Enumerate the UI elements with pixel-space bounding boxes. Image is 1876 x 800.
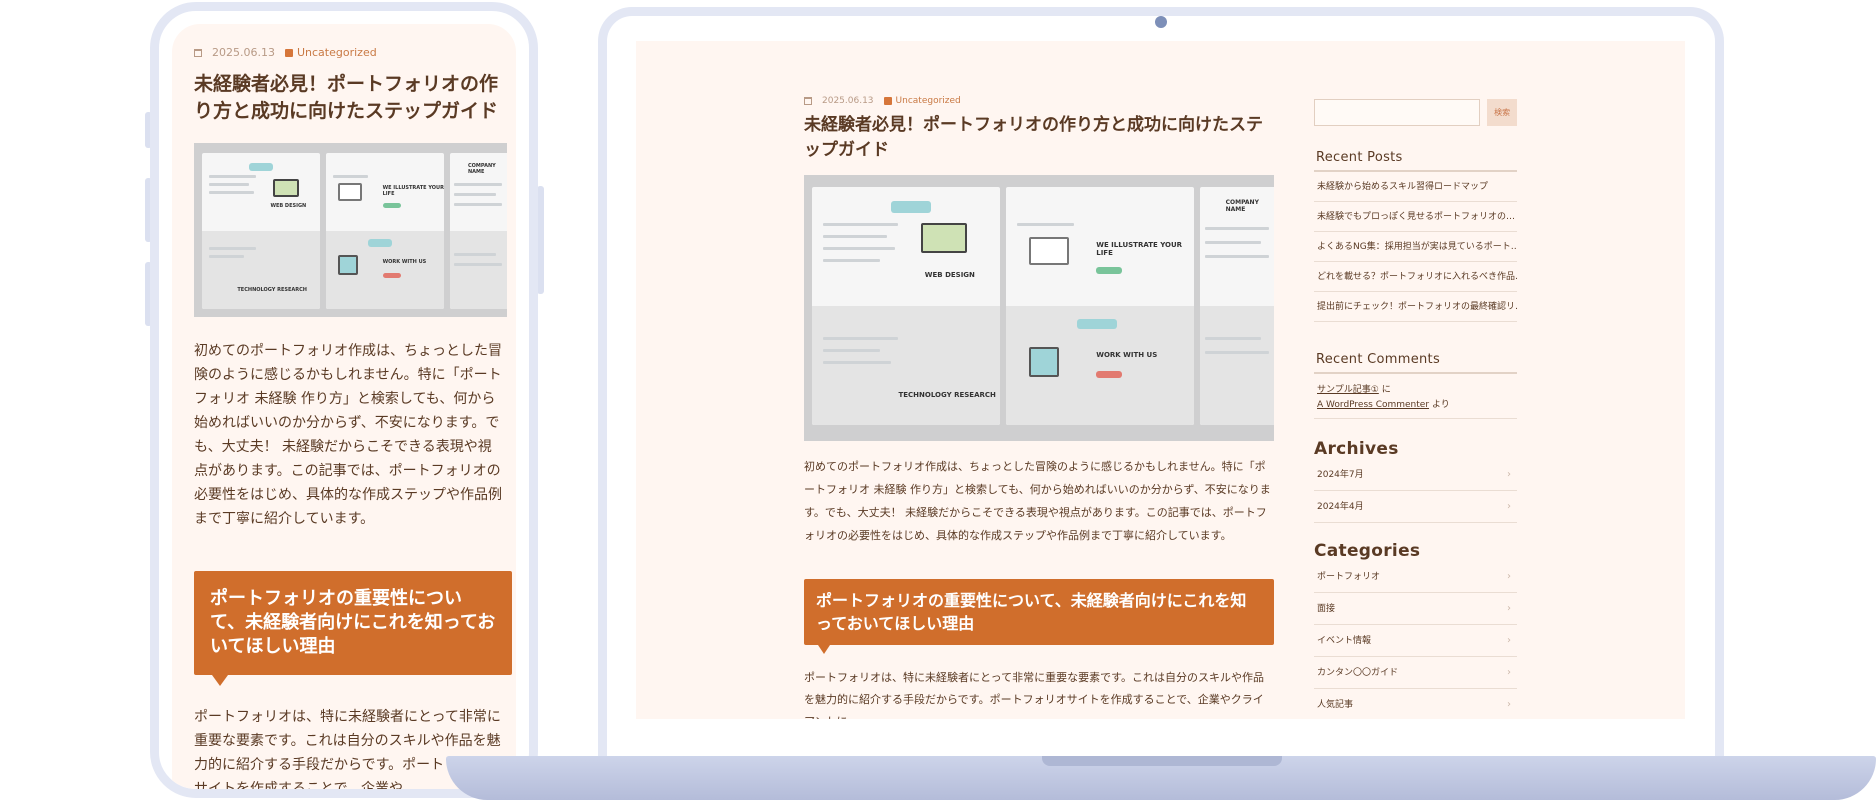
hero-label: TECHNOLOGY RESEARCH bbox=[237, 287, 307, 293]
post-title: 未経験者必見！ポートフォリオの作り方と成功に向けたステップガイド bbox=[804, 115, 1263, 160]
post-date: 2025.06.13 bbox=[212, 46, 275, 59]
recent-posts-heading: Recent Posts bbox=[1314, 150, 1517, 172]
post-category-label[interactable]: Uncategorized bbox=[297, 46, 377, 59]
post-intro: 初めてのポートフォリオ作成は、ちょっとした冒険のように感じるかもしれません。特に… bbox=[194, 343, 502, 527]
category-item[interactable]: 人気記事 › bbox=[1314, 689, 1517, 719]
comment-author-link[interactable]: A WordPress Commenter bbox=[1317, 400, 1429, 410]
category-item-label[interactable]: 面接 bbox=[1317, 604, 1335, 614]
recent-posts-list: 未経験から始めるスキル習得ロードマップ 未経験でもプロっぽく見せるポートフォリオ… bbox=[1314, 172, 1517, 322]
hero-label: WE ILLUSTRATE YOUR LIFE bbox=[1096, 241, 1183, 257]
post-meta: 2025.06.13 Uncategorized bbox=[804, 96, 1274, 106]
search-input[interactable] bbox=[1314, 99, 1481, 126]
mockup-card: COMPANY NAME bbox=[450, 153, 507, 309]
section-heading: ポートフォリオの重要性について、未経験者向けにこれを知っておいてほしい理由 bbox=[194, 571, 512, 686]
search-widget: 検索 bbox=[1314, 99, 1517, 126]
chevron-right-icon: › bbox=[1507, 571, 1511, 582]
calendar-icon bbox=[194, 48, 202, 57]
hero-label: WORK WITH US bbox=[1096, 351, 1158, 359]
sidebar: 検索 Recent Posts 未経験から始めるスキル習得ロードマップ 未経験で… bbox=[1314, 99, 1517, 719]
comment-post-link[interactable]: サンプル記事① bbox=[1317, 385, 1379, 395]
archive-item[interactable]: 2024年7月 › bbox=[1314, 459, 1517, 491]
recent-post-item[interactable]: よくあるNG集：採用担当が実は見ているポート… bbox=[1314, 232, 1517, 262]
laptop-notch bbox=[1042, 756, 1282, 766]
laptop-screen: 2025.06.13 Uncategorized 未経験者必見！ポートフォリオの… bbox=[636, 41, 1685, 719]
archives-heading: Archives bbox=[1314, 439, 1399, 459]
mockup-card: WEB DESIGN TECHNOLOGY RESEARCH bbox=[812, 187, 1000, 425]
mockup-card: WEB DESIGN TECHNOLOGY RESEARCH bbox=[202, 153, 320, 309]
mockup-card: WE ILLUSTRATE YOUR LIFE WORK WITH US bbox=[326, 153, 444, 309]
folder-icon bbox=[883, 97, 892, 105]
comment-by-text: より bbox=[1431, 400, 1450, 410]
recent-post-item[interactable]: 提出前にチェック！ポートフォリオの最終確認リ… bbox=[1314, 292, 1517, 322]
post-title: 未経験者必見！ポートフォリオの作り方と成功に向けたステップガイド bbox=[194, 73, 499, 122]
comment-on-text: に bbox=[1381, 385, 1391, 395]
post-category[interactable]: Uncategorized bbox=[883, 96, 961, 106]
post-hero-image: WEB DESIGN TECHNOLOGY RESEARCH WE ILLUST… bbox=[194, 143, 507, 317]
chevron-right-icon: › bbox=[1507, 469, 1511, 480]
category-item-label[interactable]: イベント情報 bbox=[1317, 636, 1371, 646]
mockup-card: WE ILLUSTRATE YOUR LIFE WORK WITH US bbox=[1006, 187, 1194, 425]
phone-screen: 2025.06.13 Uncategorized 未経験者必見！ポートフォリオの… bbox=[172, 24, 516, 789]
recent-comments-heading: Recent Comments bbox=[1314, 352, 1517, 374]
category-item[interactable]: ポートフォリオ › bbox=[1314, 561, 1517, 593]
hero-label: WEB DESIGN bbox=[924, 271, 975, 279]
category-item[interactable]: カンタン〇〇ガイド › bbox=[1314, 657, 1517, 689]
recent-post-item[interactable]: どれを載せる？ポートフォリオに入れるべき作品… bbox=[1314, 262, 1517, 292]
category-item[interactable]: 面接 › bbox=[1314, 593, 1517, 625]
hero-label: WE ILLUSTRATE YOUR LIFE bbox=[382, 185, 444, 197]
archive-item-label[interactable]: 2024年7月 bbox=[1317, 470, 1364, 480]
post-intro: 初めてのポートフォリオ作成は、ちょっとした冒険のように感じるかもしれません。特に… bbox=[804, 460, 1271, 542]
post-date: 2025.06.13 bbox=[822, 96, 874, 106]
post-paragraph: ポートフォリオは、特に未経験者にとって非常に重要な要素です。これは自分のスキルや… bbox=[804, 671, 1265, 719]
archives-list: 2024年7月 › 2024年4月 › bbox=[1314, 459, 1517, 523]
hero-label: COMPANY NAME bbox=[1225, 199, 1259, 213]
calendar-icon bbox=[804, 97, 812, 105]
archive-item[interactable]: 2024年4月 › bbox=[1314, 491, 1517, 523]
post-meta: 2025.06.13 Uncategorized bbox=[194, 46, 502, 59]
chevron-right-icon: › bbox=[1507, 667, 1511, 678]
categories-list: ポートフォリオ › 面接 › イベント情報 › カンタン〇〇ガイド › 人気記事 › bbox=[1314, 561, 1517, 719]
chevron-right-icon: › bbox=[1507, 501, 1511, 512]
hero-label: TECHNOLOGY RESEARCH bbox=[898, 391, 996, 399]
phone-button-4 bbox=[537, 186, 544, 294]
archive-item-label[interactable]: 2024年4月 bbox=[1317, 502, 1364, 512]
mockup-card: COMPANY NAME bbox=[1200, 187, 1274, 425]
recent-post-item[interactable]: 未経験でもプロっぽく見せるポートフォリオの… bbox=[1314, 202, 1517, 232]
hero-label: WEB DESIGN bbox=[270, 203, 307, 209]
recent-comment-item: サンプル記事① に A WordPress Commenter より bbox=[1314, 374, 1517, 419]
hero-label: WORK WITH US bbox=[382, 259, 427, 265]
search-button[interactable]: 検索 bbox=[1487, 99, 1517, 126]
category-item-label[interactable]: ポートフォリオ bbox=[1317, 572, 1380, 582]
main-column: 2025.06.13 Uncategorized 未経験者必見！ポートフォリオの… bbox=[804, 96, 1274, 719]
phone-frame: 2025.06.13 Uncategorized 未経験者必見！ポートフォリオの… bbox=[150, 2, 538, 798]
recent-post-item[interactable]: 未経験から始めるスキル習得ロードマップ bbox=[1314, 172, 1517, 202]
post-category-label[interactable]: Uncategorized bbox=[896, 96, 961, 106]
folder-icon bbox=[284, 48, 293, 57]
post-category[interactable]: Uncategorized bbox=[284, 46, 377, 59]
chevron-right-icon: › bbox=[1507, 603, 1511, 614]
categories-heading: Categories bbox=[1314, 541, 1421, 561]
category-item[interactable]: イベント情報 › bbox=[1314, 625, 1517, 657]
camera-icon bbox=[1155, 16, 1167, 28]
category-item-label[interactable]: 人気記事 bbox=[1317, 700, 1353, 710]
category-item-label[interactable]: カンタン〇〇ガイド bbox=[1317, 668, 1398, 678]
hero-label: COMPANY NAME bbox=[468, 163, 496, 175]
chevron-right-icon: › bbox=[1507, 635, 1511, 646]
section-heading: ポートフォリオの重要性について、未経験者向けにこれを知っておいてほしい理由 bbox=[804, 579, 1274, 654]
post-hero-image: WEB DESIGN TECHNOLOGY RESEARCH WE ILLUST… bbox=[804, 175, 1274, 441]
chevron-right-icon: › bbox=[1507, 699, 1511, 710]
